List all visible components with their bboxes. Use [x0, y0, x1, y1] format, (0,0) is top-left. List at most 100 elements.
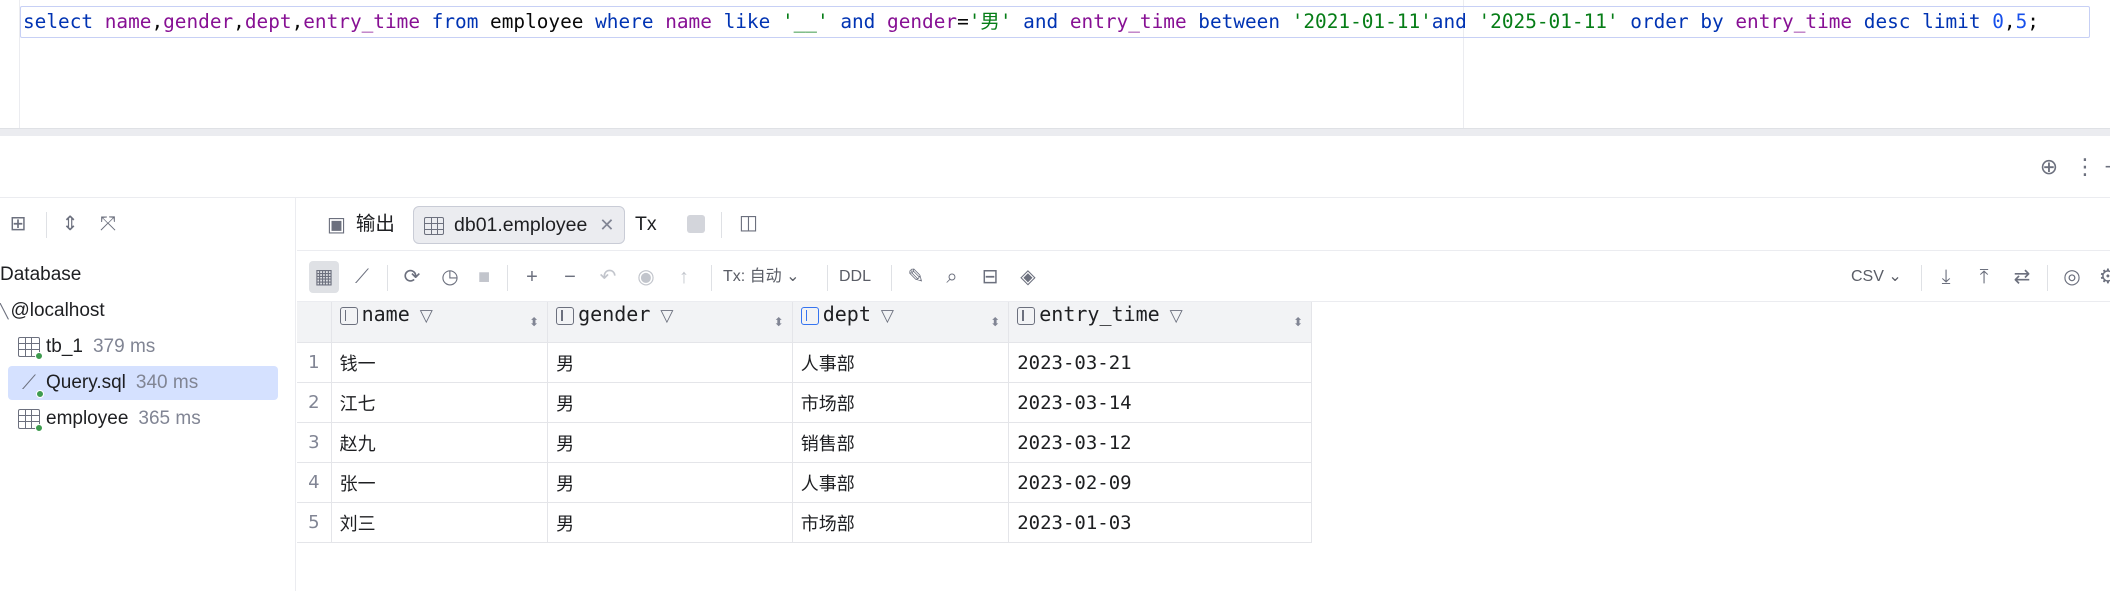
column-header-dept[interactable]: dept ▽ ⬍ [792, 302, 1010, 343]
table-row[interactable]: 4 张一男人事部 2023-02-09 [297, 462, 1312, 503]
cell-gender[interactable]: 男 [547, 462, 793, 503]
cell-gender[interactable]: 男 [547, 342, 793, 383]
column-header-entry-time[interactable]: entry_time ▽ ⬍ [1008, 302, 1312, 343]
search-icon[interactable]: ⌕ [937, 261, 967, 293]
cell-gender[interactable]: 男 [547, 502, 793, 543]
cell-entry-time[interactable]: 2023-03-14 [1008, 382, 1312, 423]
add-service-icon[interactable]: ⊞ [4, 210, 32, 238]
tree-toolbar: ⊞ ⇕ ⤧ [0, 198, 296, 250]
sql-token: and [1431, 10, 1479, 33]
table-row[interactable]: 2 江七男市场部 2023-03-14 [297, 382, 1312, 423]
toolbar-separator [387, 265, 388, 291]
stop-icon[interactable] [687, 215, 705, 233]
sort-icon[interactable]: ⬍ [990, 302, 1000, 342]
sql-token: employee [490, 10, 584, 33]
sql-token: , [291, 10, 304, 33]
table-row[interactable]: 3 赵九男销售部 2023-03-12 [297, 422, 1312, 463]
cell-dept[interactable]: 市场部 [792, 502, 1010, 543]
tree-item-employee[interactable]: employee 365 ms [18, 402, 201, 436]
cell-name[interactable]: 张一 [331, 462, 549, 503]
tab-label: 输出 [355, 213, 395, 235]
sql-token: and [828, 10, 888, 33]
cell-dept[interactable]: 市场部 [792, 382, 1010, 423]
tree-item-label: employee [46, 408, 129, 429]
filter-icon[interactable]: ▽ [1170, 306, 1183, 325]
cell-name[interactable]: 刘三 [331, 502, 549, 543]
filter-icon[interactable]: ▽ [420, 306, 433, 325]
more-options-icon[interactable]: ⋮ [2072, 154, 2098, 180]
table-row[interactable]: 5 刘三男市场部 2023-01-03 [297, 502, 1312, 543]
sql-token: name [104, 10, 152, 33]
download-icon[interactable]: ⤓ [1931, 261, 1961, 293]
sort-icon[interactable]: ⬍ [529, 302, 539, 342]
table-view-icon[interactable]: ▦ [309, 261, 339, 293]
minimize-icon[interactable]: − [2098, 154, 2110, 180]
cell-name[interactable]: 赵九 [331, 422, 549, 463]
row-number-header [297, 302, 332, 343]
column-header-gender[interactable]: gender ▽ ⬍ [547, 302, 793, 343]
collapse-all-icon[interactable]: ⤧ [94, 210, 122, 238]
preview-changes-icon[interactable]: ◉ [631, 261, 661, 293]
layout-icon[interactable]: ◫ [739, 210, 758, 235]
row-number: 5 [297, 502, 332, 543]
sort-icon[interactable]: ⬍ [774, 302, 784, 342]
refresh-icon[interactable]: ⟳ [397, 261, 427, 293]
ddl-button[interactable]: DDL [839, 261, 871, 293]
revert-icon[interactable]: ↶ [593, 261, 623, 293]
expand-all-icon[interactable]: ⇕ [56, 210, 84, 238]
cell-gender[interactable]: 男 [547, 382, 793, 423]
cell-name[interactable]: 江七 [331, 382, 549, 423]
tree-item-tb-1[interactable]: tb_1 379 ms [18, 330, 155, 364]
tree-item-localhost[interactable]: ╲ @localhost [0, 294, 105, 328]
tab-transaction[interactable]: Tx [631, 206, 661, 244]
filter-icon[interactable]: ▽ [881, 306, 894, 325]
tree-item-query-sql[interactable]: ⟋ Query.sql 340 ms [8, 366, 278, 400]
sql-token: , [151, 10, 164, 33]
cell-dept[interactable]: 销售部 [792, 422, 1010, 463]
close-icon[interactable]: ✕ [599, 215, 614, 235]
sql-statement-line[interactable]: select name,gender,dept,entry_time from … [20, 6, 2090, 38]
cell-entry-time[interactable]: 2023-03-12 [1008, 422, 1312, 463]
cell-dept[interactable]: 人事部 [792, 342, 1010, 383]
column-header-label: name [361, 302, 410, 326]
gear-icon[interactable]: ⚙ [2093, 261, 2110, 293]
sort-icon[interactable]: ⬍ [1293, 302, 1303, 342]
tree-toolbar-separator [46, 212, 47, 238]
filter-icon[interactable]: ▽ [660, 306, 673, 325]
crosshair-icon[interactable]: ⊕ [2036, 154, 2062, 180]
export-format-dropdown[interactable]: CSV ⌄ [1851, 261, 1902, 293]
cell-entry-time[interactable]: 2023-02-09 [1008, 462, 1312, 503]
cell-entry-time[interactable]: 2023-03-21 [1008, 342, 1312, 383]
submit-icon[interactable]: ↑ [669, 261, 699, 293]
history-icon[interactable]: ◷ [435, 261, 465, 293]
add-row-icon[interactable]: + [517, 261, 547, 293]
stop-icon[interactable]: ■ [469, 261, 499, 293]
sql-token: entry_time [1069, 10, 1187, 33]
tree-item-database[interactable]: Database [0, 258, 81, 292]
pin-icon[interactable]: ✎ [901, 261, 931, 293]
compare-icon[interactable]: ⇄ [2007, 261, 2037, 293]
services-header: ⊕ ⋮ − [0, 136, 2110, 198]
table-row[interactable]: 1 钱一男人事部 2023-03-21 [297, 342, 1312, 383]
sql-token: dept [244, 10, 292, 33]
cell-dept[interactable]: 人事部 [792, 462, 1010, 503]
editor-split-handle[interactable] [0, 128, 2110, 136]
sql-editor[interactable]: select name,gender,dept,entry_time from … [0, 0, 2110, 128]
chart-view-icon[interactable]: ⟋ [347, 261, 377, 293]
filter-columns-icon[interactable]: ⊟ [975, 261, 1005, 293]
delete-row-icon[interactable]: − [555, 261, 585, 293]
console-output-icon: ▣ [327, 213, 346, 236]
cell-name[interactable]: 钱一 [331, 342, 549, 383]
column-icon [556, 306, 575, 325]
cell-gender[interactable]: 男 [547, 422, 793, 463]
cell-entry-time[interactable]: 2023-01-03 [1008, 502, 1312, 543]
tree-item-label: Database [0, 264, 82, 285]
table-icon [424, 216, 444, 235]
tab-db01-employee[interactable]: db01.employee ✕ [413, 206, 626, 244]
tx-mode-dropdown[interactable]: Tx: 自动 ⌄ [723, 261, 800, 293]
column-header-name[interactable]: name ▽ ⬍ [331, 302, 549, 343]
upload-icon[interactable]: ⤒ [1969, 261, 1999, 293]
tab-output[interactable]: ▣ 输出 [317, 206, 405, 244]
highlight-icon[interactable]: ◈ [1013, 261, 1043, 293]
eye-icon[interactable]: ◎ [2057, 261, 2087, 293]
